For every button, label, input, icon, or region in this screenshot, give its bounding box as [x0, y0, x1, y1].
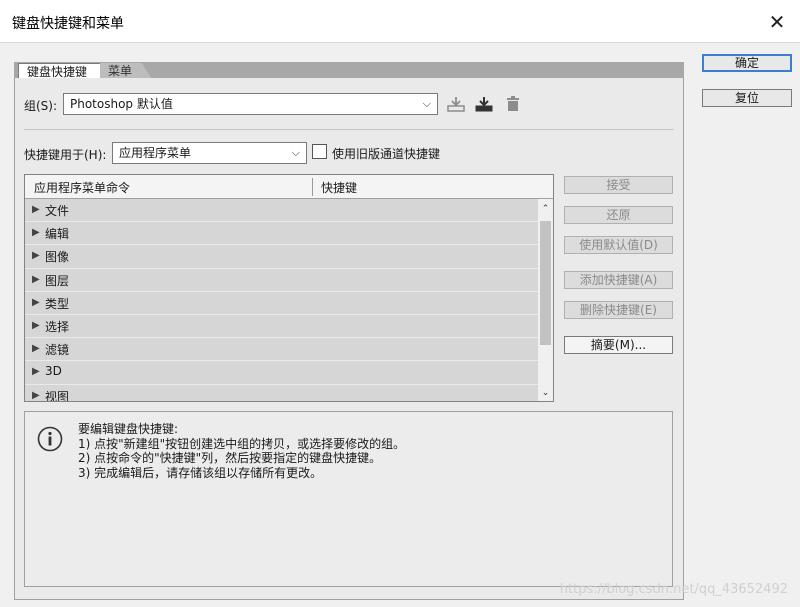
table-row[interactable]: ▶ 滤镜 — [25, 338, 538, 362]
table-row[interactable]: ▶ 选择 — [25, 314, 538, 339]
row-label: 图像 — [45, 250, 70, 265]
table-row[interactable]: ▶ 文件 — [25, 199, 538, 223]
accept-button[interactable]: 接受 — [564, 176, 673, 194]
scroll-down-icon[interactable]: ⌄ — [538, 385, 553, 401]
watermark: https://blog.csdn.net/qq_43652492 — [559, 582, 788, 597]
tab-keyboard-shortcuts[interactable]: 键盘快捷键 — [18, 63, 104, 79]
summarize-button[interactable]: 摘要(M)... — [564, 336, 673, 354]
chevron-down-icon: ⌵ — [422, 97, 431, 110]
row-label: 3D — [45, 364, 62, 379]
row-label: 编辑 — [45, 227, 70, 242]
new-set-button[interactable] — [474, 94, 494, 114]
column-separator[interactable] — [312, 178, 313, 196]
info-line: 要编辑键盘快捷键: — [78, 422, 179, 436]
expand-icon[interactable]: ▶ — [32, 297, 40, 308]
info-text: 要编辑键盘快捷键: 1) 点按"新建组"按钮创建选中组的拷贝，或选择要修改的组。… — [78, 422, 405, 480]
row-label: 视图 — [45, 389, 70, 402]
delete-shortcut-button[interactable]: 删除快捷键(E) — [564, 301, 673, 319]
info-icon — [37, 426, 63, 452]
table-body: ▶ 文件 ▶ 编辑 ▶ 图像 ▶ 图层 ▶ 类型 ▶ 选择 ▶ 滤镜 ▶ 3D ▶ 视图 — [25, 199, 538, 402]
window-title: 键盘快捷键和菜单 — [12, 16, 124, 32]
scrollbar-thumb[interactable] — [540, 221, 551, 345]
group-select[interactable]: Photoshop 默认值 ⌵ — [63, 93, 438, 115]
expand-icon[interactable]: ▶ — [32, 390, 40, 401]
add-shortcut-button[interactable]: 添加快捷键(A) — [564, 271, 673, 289]
divider — [24, 129, 674, 130]
ok-button[interactable]: 确定 — [702, 54, 792, 72]
use-default-button[interactable]: 使用默认值(D) — [564, 236, 673, 254]
info-line: 1) 点按"新建组"按钮创建选中组的拷贝，或选择要修改的组。 — [78, 436, 406, 451]
row-label: 文件 — [45, 204, 70, 218]
close-icon: ✕ — [768, 9, 786, 34]
scroll-up-icon[interactable]: ⌃ — [538, 201, 553, 217]
table-row[interactable]: ▶ 视图 — [25, 384, 538, 402]
chevron-down-icon: ⌵ — [291, 146, 300, 159]
table-row[interactable]: ▶ 类型 — [25, 291, 538, 315]
table-header: 应用程序菜单命令 快捷键 — [25, 175, 553, 199]
group-select-value: Photoshop 默认值 — [70, 97, 173, 111]
expand-icon[interactable]: ▶ — [32, 320, 40, 331]
shortcuts-for-value: 应用程序菜单 — [119, 146, 192, 160]
expand-icon[interactable]: ▶ — [32, 366, 40, 377]
title-bar: 键盘快捷键和菜单 ✕ — [0, 0, 800, 43]
info-box: 要编辑键盘快捷键: 1) 点按"新建组"按钮创建选中组的拷贝，或选择要修改的组。… — [24, 411, 673, 587]
close-button[interactable]: ✕ — [754, 0, 800, 43]
row-label: 类型 — [45, 296, 70, 311]
legacy-channel-checkbox[interactable] — [312, 144, 327, 159]
info-line: 3) 完成编辑后，请存储该组以存储所有更改。 — [78, 465, 323, 480]
expand-icon[interactable]: ▶ — [32, 250, 40, 261]
column-header-command[interactable]: 应用程序菜单命令 — [34, 179, 130, 196]
commands-table: 应用程序菜单命令 快捷键 ▶ 文件 ▶ 编辑 ▶ 图像 ▶ 图层 ▶ 类型 ▶ 选择 ▶ 滤镜… — [24, 174, 554, 402]
table-row[interactable]: ▶ 3D — [25, 361, 538, 385]
table-row[interactable]: ▶ 编辑 — [25, 222, 538, 246]
undo-button[interactable]: 还原 — [564, 206, 673, 224]
group-label: 组(S): — [24, 99, 58, 113]
new-set-icon — [475, 97, 493, 112]
info-line: 2) 点按命令的"快捷键"列，然后按要指定的键盘快捷键。 — [78, 451, 382, 465]
row-label: 选择 — [45, 319, 70, 334]
reset-button[interactable]: 复位 — [702, 89, 792, 107]
expand-icon[interactable]: ▶ — [32, 204, 40, 215]
shortcuts-for-select[interactable]: 应用程序菜单 ⌵ — [112, 142, 307, 164]
column-header-shortcut[interactable]: 快捷键 — [321, 179, 357, 196]
table-scrollbar[interactable]: ⌃ ⌄ — [538, 199, 553, 401]
table-row[interactable]: ▶ 图像 — [25, 245, 538, 269]
legacy-channel-label: 使用旧版通道快捷键 — [332, 147, 441, 161]
table-row[interactable]: ▶ 图层 — [25, 268, 538, 292]
expand-icon[interactable]: ▶ — [32, 227, 40, 238]
delete-icon — [507, 96, 519, 111]
row-label: 图层 — [45, 273, 70, 288]
delete-set-button[interactable] — [503, 94, 523, 114]
save-set-icon — [447, 97, 465, 112]
expand-icon[interactable]: ▶ — [32, 343, 40, 354]
save-set-button[interactable] — [446, 94, 466, 114]
row-label: 滤镜 — [45, 343, 70, 358]
expand-icon[interactable]: ▶ — [32, 274, 40, 285]
shortcuts-for-label: 快捷键用于(H): — [24, 148, 107, 162]
